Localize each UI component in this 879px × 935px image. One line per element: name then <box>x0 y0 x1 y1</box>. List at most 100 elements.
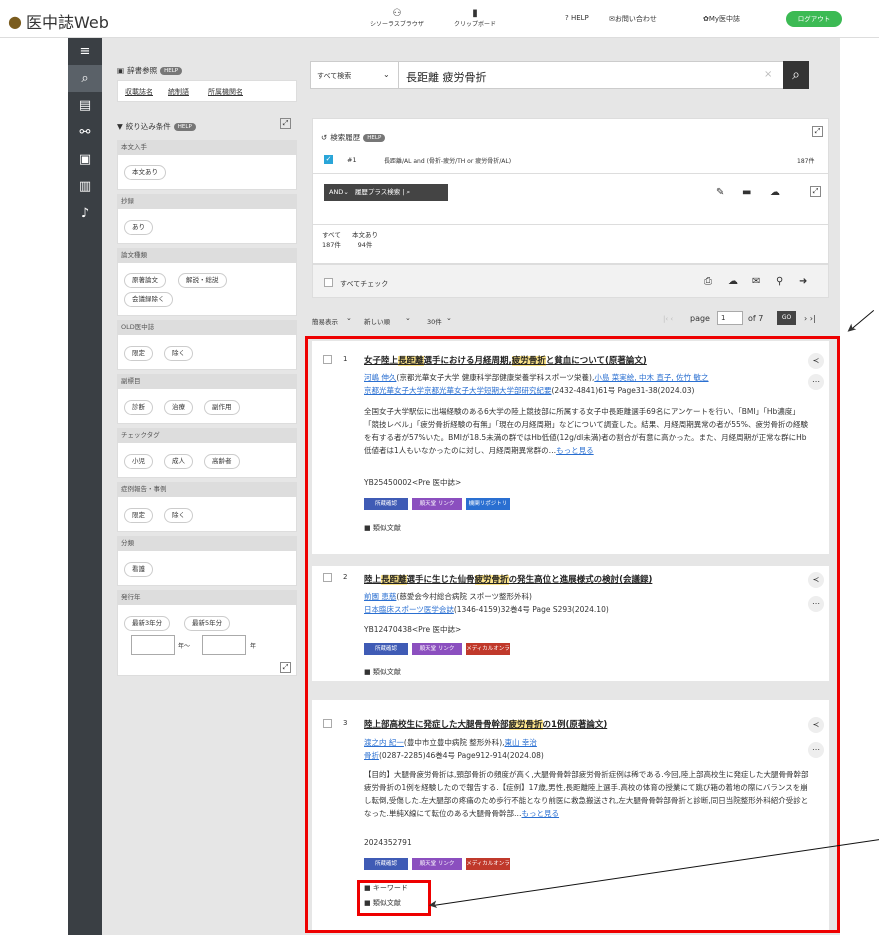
my-link[interactable]: ✿My医中誌 <box>703 14 740 24</box>
contact-link[interactable]: ✉お問い合わせ <box>609 14 657 24</box>
search-bar: すべて検索 ⌄ 長距離 疲労骨折 × <box>310 61 806 89</box>
logout-button[interactable]: ログアウト <box>786 11 842 27</box>
filter-title: 症例報告・事例 <box>117 482 297 496</box>
filter-title: OLD医中誌 <box>117 320 297 334</box>
history-plus-search-button[interactable]: 履歴プラス検索 <box>355 188 400 196</box>
dict-link-institution[interactable]: 所属機関名 <box>208 87 243 97</box>
filter-pill[interactable]: 会議録除く <box>124 292 173 307</box>
arrow-head: ➤ <box>427 897 439 913</box>
clipboard-button[interactable]: ▮ クリップボード <box>454 8 496 28</box>
per-page-select[interactable]: 30件 <box>427 316 442 326</box>
help-badge[interactable]: HELP <box>363 133 386 142</box>
filter-pill[interactable]: 成人 <box>164 454 193 469</box>
filter-pill[interactable]: 高齢者 <box>204 454 240 469</box>
filter-body <box>117 262 297 316</box>
filter-heading: ▼ 絞り込み条件 HELP <box>117 121 196 132</box>
filter-pill[interactable]: 原著論文 <box>124 273 166 288</box>
expand-icon[interactable]: ⤢ <box>810 186 821 197</box>
year-from-input[interactable] <box>131 635 175 655</box>
and-select[interactable]: AND <box>329 188 343 196</box>
filter-pill[interactable]: 副作用 <box>204 400 240 415</box>
download-icon[interactable]: ☁ <box>728 276 738 287</box>
mail-icon[interactable]: ✉ <box>752 276 760 287</box>
list-icon[interactable]: ▣ <box>68 146 102 173</box>
filter-pill[interactable]: 最新3年分 <box>124 616 171 631</box>
filter-pill[interactable]: 治療 <box>164 400 193 415</box>
expand-icon[interactable]: ⤢ <box>812 126 823 137</box>
export-icon[interactable]: ➜ <box>799 276 807 287</box>
dict-link-journal[interactable]: 収載誌名 <box>125 87 153 97</box>
page-input[interactable]: 1 <box>717 311 743 325</box>
chevron-down-icon: ⌄ <box>446 314 452 322</box>
filter-pill[interactable]: 本文あり <box>124 165 166 180</box>
filter-pill[interactable]: 限定 <box>124 508 153 523</box>
filter-pill[interactable]: 診断 <box>124 400 153 415</box>
cloud-icon[interactable]: ☁ <box>770 187 780 198</box>
search-icon[interactable]: ⌕ <box>68 65 102 92</box>
filter-pill[interactable]: 最新5年分 <box>184 616 231 631</box>
thesaurus-button[interactable]: ⚇ シソーラスブラウザ <box>370 8 424 28</box>
app-logo[interactable]: ● 医中誌Web <box>8 9 109 33</box>
expand-icon[interactable]: ⤢ <box>280 118 291 129</box>
chevron-down-icon: ⌄ <box>383 70 390 79</box>
clear-icon[interactable]: × <box>764 69 772 80</box>
view-select[interactable]: 簡易表示 <box>312 316 338 326</box>
print-icon[interactable]: ⎙ <box>704 276 712 287</box>
filter-title: 論文種類 <box>117 248 297 262</box>
chevron-down-icon: ⌄ <box>405 314 411 322</box>
clipboard-icon: ▮ <box>472 8 478 19</box>
dict-heading: ▣ 辞書参照 HELP <box>117 65 183 76</box>
tab-label: すべて <box>322 231 341 239</box>
tab-count: 94件 <box>357 241 373 249</box>
bell-icon[interactable]: ♪ <box>68 200 102 227</box>
help-link[interactable]: ? HELP <box>565 14 589 22</box>
filter-icon: ▼ <box>117 122 123 131</box>
year-to-input[interactable] <box>202 635 246 655</box>
sort-select[interactable]: 新しい順 <box>364 316 390 326</box>
search-button[interactable]: ⌕ <box>783 61 809 89</box>
scope-select[interactable]: すべて検索 <box>317 71 351 81</box>
filter-pill[interactable]: 除く <box>164 346 193 361</box>
history-icon: ↺ <box>321 133 328 142</box>
book-icon[interactable]: ▥ <box>68 173 102 200</box>
book-icon: ▣ <box>117 66 125 75</box>
thesaurus-icon: ⚇ <box>392 8 402 19</box>
top-bar: ● 医中誌Web ⚇ シソーラスブラウザ ▮ クリップボード ? HELP ✉お問い合… <box>0 0 879 38</box>
link-icon[interactable]: ⚲ <box>776 276 783 287</box>
dict-link-terms[interactable]: 統制語 <box>168 87 189 97</box>
filter-pill[interactable]: 除く <box>164 508 193 523</box>
filter-pill[interactable]: 看護 <box>124 562 153 577</box>
filter-title: 本文入手 <box>117 140 297 154</box>
go-button[interactable]: GO <box>777 311 796 325</box>
document-icon[interactable]: ▤ <box>68 92 102 119</box>
history-num: #1 <box>347 156 357 164</box>
search-input[interactable]: 長距離 疲労骨折 <box>406 69 487 85</box>
share-icon[interactable]: ⚯ <box>68 119 102 146</box>
tab-label: 本文あり <box>352 231 378 239</box>
year-from-label: 年〜 <box>178 643 191 650</box>
chevron-down-icon: ⌄ <box>346 314 352 322</box>
help-badge[interactable]: HELP <box>160 66 183 75</box>
menu-icon[interactable]: ≡ <box>68 38 102 65</box>
filter-pill[interactable]: 限定 <box>124 346 153 361</box>
logo-text: 医中誌Web <box>25 13 109 32</box>
filter-pill[interactable]: あり <box>124 220 153 235</box>
filter-pill[interactable]: 小児 <box>124 454 153 469</box>
history-checkbox[interactable]: ✓ <box>324 155 333 164</box>
filter-pill[interactable]: 解説・総説 <box>178 273 227 288</box>
divider <box>398 62 399 88</box>
first-page-icon[interactable]: |‹ ‹ <box>663 315 673 323</box>
edit-icon[interactable]: ✎ <box>716 187 724 198</box>
help-badge[interactable]: HELP <box>173 122 196 131</box>
filter-title: 副標目 <box>117 374 297 388</box>
expand-icon[interactable]: ⤢ <box>280 662 291 673</box>
next-page-icon[interactable]: › ›| <box>804 314 816 323</box>
tab-fulltext[interactable]: 本文あり 94件 <box>352 229 378 249</box>
dict-links: 収載誌名 統制語 所属機関名 <box>117 80 297 102</box>
tab-all[interactable]: すべて 187件 <box>322 229 341 249</box>
tab-count: 187件 <box>322 241 341 249</box>
history-query[interactable]: 長距離/AL and (骨折-疲労/TH or 疲労骨折/AL) <box>384 156 511 165</box>
check-all-checkbox[interactable] <box>324 278 333 287</box>
highlight-box-links <box>357 880 431 916</box>
trash-icon[interactable]: ▬ <box>742 187 751 198</box>
